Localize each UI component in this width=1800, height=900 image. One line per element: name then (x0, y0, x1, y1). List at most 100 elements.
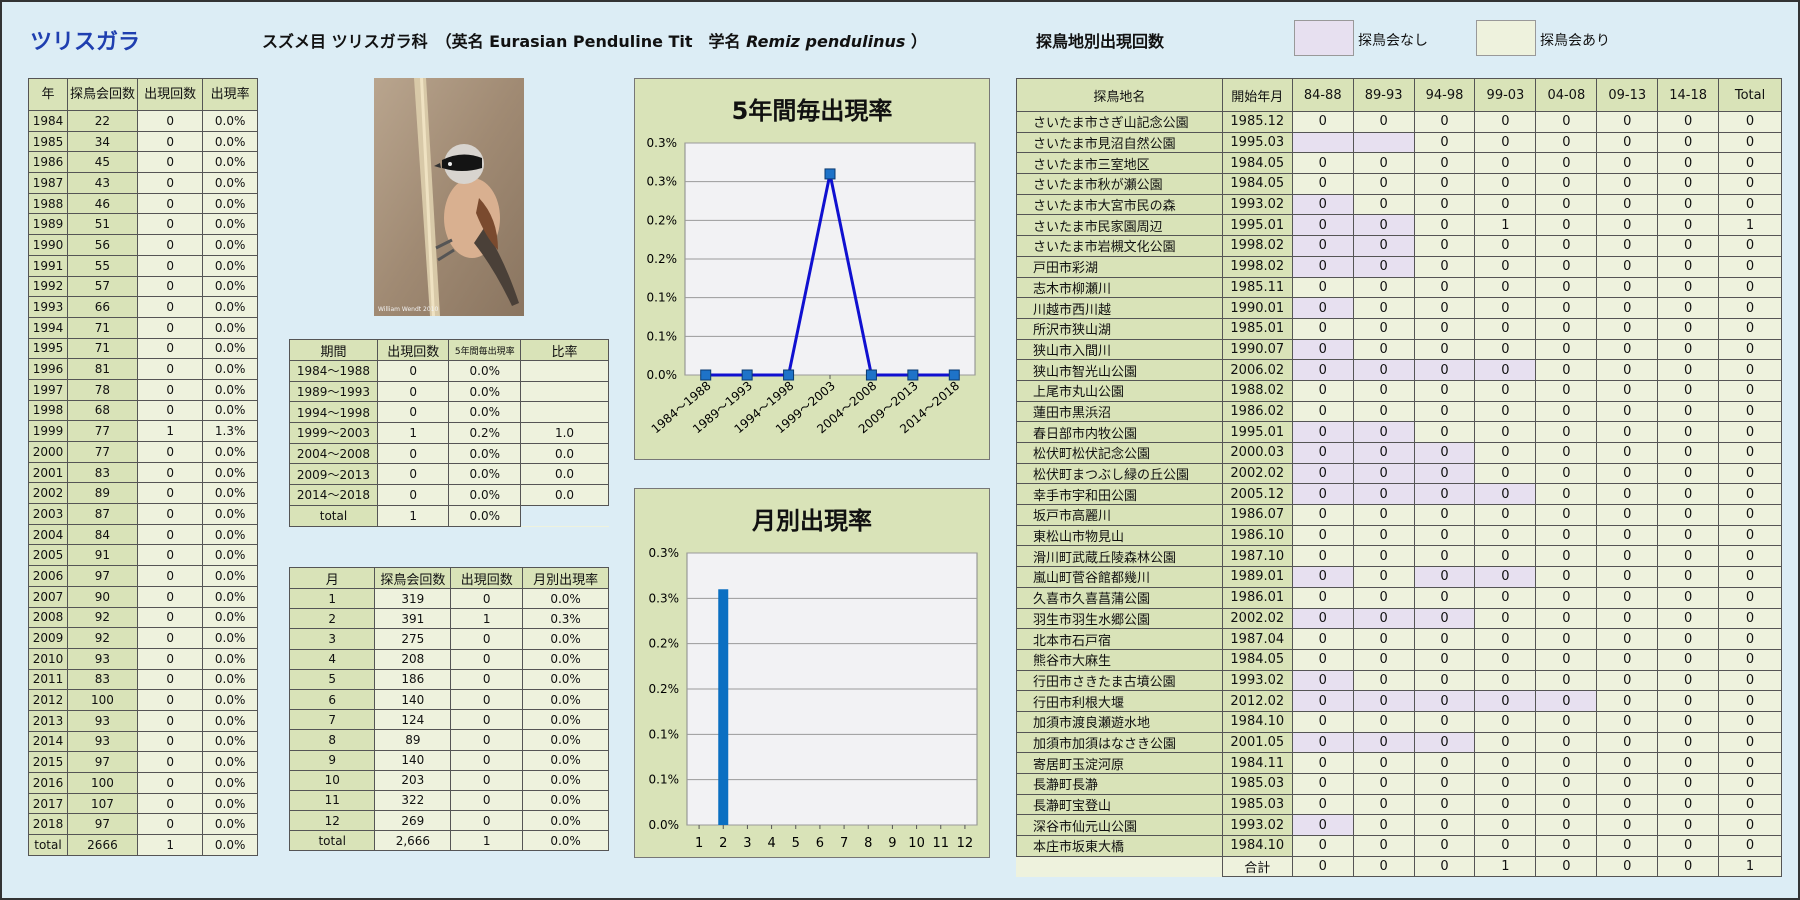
site-count-cell: 0 (1352, 690, 1415, 712)
site-count-cell: 0 (1474, 545, 1537, 568)
y-tick-label: 0.3% (649, 591, 680, 605)
site-row: 行田市さきたま古墳公園 1993.02 0 0 0 0 0 0 0 0 (1016, 669, 1782, 692)
site-count-cell: 0 (1596, 442, 1659, 464)
site-count-cell: 0 (1535, 669, 1598, 692)
site-count-cell: 0 (1718, 462, 1782, 485)
years-cell-year: 1988 (28, 192, 68, 215)
years-row: 1999 77 1 1.3% (28, 420, 258, 442)
years-cell-rate: 0.0% (202, 337, 258, 360)
site-count-cell: 0 (1413, 835, 1476, 857)
years-cell-year: 2015 (28, 751, 68, 773)
period-cell-rate: 0.0% (448, 442, 522, 465)
legend-none-label: 探鳥会なし (1358, 33, 1428, 49)
month-cell-count: 0 (450, 810, 524, 832)
site-name: 熊谷市大麻生 (1016, 648, 1223, 671)
month-row: 8 89 0 0.0% (288, 729, 609, 751)
site-start: 1990.01 (1221, 297, 1293, 319)
period-cell-rate: 0.0% (448, 401, 522, 424)
data-point (948, 369, 960, 381)
x-tick-label: 11 (932, 836, 949, 851)
site-count-cell: 0 (1474, 421, 1537, 443)
month-cell-meetings: 2,666 (374, 830, 452, 852)
sites-total-cell: 0 (1413, 855, 1476, 878)
month-cell-rate: 0.0% (522, 628, 609, 650)
site-count-cell: 0 (1718, 338, 1782, 361)
month-cell-month: 8 (288, 729, 376, 751)
site-count-cell: 0 (1413, 648, 1476, 671)
site-row: さいたま市三室地区 1984.05 0 0 0 0 0 0 0 0 (1016, 152, 1782, 175)
site-name: 松伏町まつぶし緑の丘公園 (1016, 462, 1223, 485)
site-count-cell: 0 (1474, 235, 1537, 257)
page-title: ツリスガラ (30, 30, 141, 55)
years-cell-meetings: 51 (66, 213, 138, 236)
site-count-cell: 0 (1596, 421, 1659, 443)
bar (718, 589, 729, 825)
site-count-cell: 0 (1291, 152, 1354, 175)
site-count-cell: 0 (1596, 690, 1659, 712)
site-name: さいたま市秋が瀬公園 (1016, 173, 1223, 195)
month-cell-rate: 0.0% (522, 709, 609, 731)
y-tick-label: 0.2% (647, 252, 678, 266)
years-row: 2004 84 0 0.0% (28, 523, 258, 546)
site-count-cell: 0 (1657, 607, 1720, 630)
years-header-rate: 出現率 (202, 78, 258, 111)
site-count-cell: 0 (1413, 483, 1476, 506)
years-row: 1990 56 0 0.0% (28, 234, 258, 256)
site-row: 坂戸市高麗川 1986.07 0 0 0 0 0 0 0 0 (1016, 504, 1782, 526)
years-cell-count: 1 (136, 834, 204, 856)
site-count-cell: 0 (1474, 462, 1537, 485)
years-row: 2007 90 0 0.0% (28, 585, 258, 608)
period-row: 1984～1988 0 0.0% (289, 360, 609, 382)
site-count-cell: 0 (1596, 710, 1659, 733)
month-cell-count: 0 (450, 729, 524, 751)
site-row: さいたま市民家園周辺 1995.01 0 0 0 1 0 0 0 1 (1016, 214, 1782, 237)
month-row: 9 140 0 0.0% (288, 749, 609, 771)
site-count-cell: 0 (1474, 710, 1537, 733)
sites-total-cell: 1 (1718, 855, 1782, 878)
site-count-cell: 0 (1474, 835, 1537, 857)
site-count-cell: 0 (1474, 111, 1537, 133)
site-name: 春日部市内牧公園 (1016, 421, 1223, 443)
site-count-cell: 0 (1474, 504, 1537, 526)
site-name: 狭山市入間川 (1016, 338, 1223, 361)
month-chart-panel: 月別出現率 0.0% 0.1% 0.1% 0.2% 0.2% 0.3% 0.3% 1 2 3 4 5 6… (634, 488, 990, 858)
site-row: 東松山市物見山 1986.10 0 0 0 0 0 0 0 0 (1016, 524, 1782, 547)
years-cell-rate: 0.0% (202, 110, 258, 132)
site-count-cell: 0 (1535, 421, 1598, 443)
site-count-cell: 0 (1596, 483, 1659, 506)
site-start: 1993.02 (1221, 193, 1293, 216)
site-count-cell: 0 (1352, 338, 1415, 361)
site-count-cell: 0 (1657, 193, 1720, 216)
site-name: 北本市石戸宿 (1016, 628, 1223, 650)
years-cell-count: 0 (136, 585, 204, 608)
site-count-cell: 0 (1718, 131, 1782, 154)
years-cell-rate: 0.0% (202, 234, 258, 256)
site-count-cell: 0 (1596, 317, 1659, 340)
month-cell-meetings: 275 (374, 628, 452, 650)
site-start: 1995.01 (1221, 421, 1293, 443)
site-count-cell: 0 (1657, 317, 1720, 340)
site-count-cell: 0 (1291, 690, 1354, 712)
site-count-cell: 0 (1718, 276, 1782, 299)
years-cell-count: 0 (136, 689, 204, 711)
site-name: さいたま市大宮市民の森 (1016, 193, 1223, 216)
site-name: 久喜市久喜菖蒲公園 (1016, 586, 1223, 609)
years-cell-count: 1 (136, 420, 204, 442)
x-tick-label: 10 (908, 836, 925, 851)
site-start: 1990.07 (1221, 338, 1293, 361)
site-count-cell: 0 (1535, 752, 1598, 774)
period-header-period: 期間 (289, 339, 378, 361)
years-cell-year: 2011 (28, 668, 68, 691)
site-count-cell: 0 (1291, 317, 1354, 340)
site-count-cell: 0 (1596, 359, 1659, 381)
site-count-cell: 0 (1413, 504, 1476, 526)
site-start: 1986.10 (1221, 524, 1293, 547)
years-cell-rate: 0.0% (202, 834, 258, 856)
site-count-cell: 0 (1718, 152, 1782, 175)
site-count-cell: 0 (1718, 504, 1782, 526)
site-row: 蓮田市黒浜沼 1986.02 0 0 0 0 0 0 0 0 (1016, 400, 1782, 423)
site-count-cell: 0 (1718, 193, 1782, 216)
site-count-cell: 0 (1535, 462, 1598, 485)
site-count-cell: 0 (1718, 690, 1782, 712)
site-count-cell: 0 (1413, 586, 1476, 609)
